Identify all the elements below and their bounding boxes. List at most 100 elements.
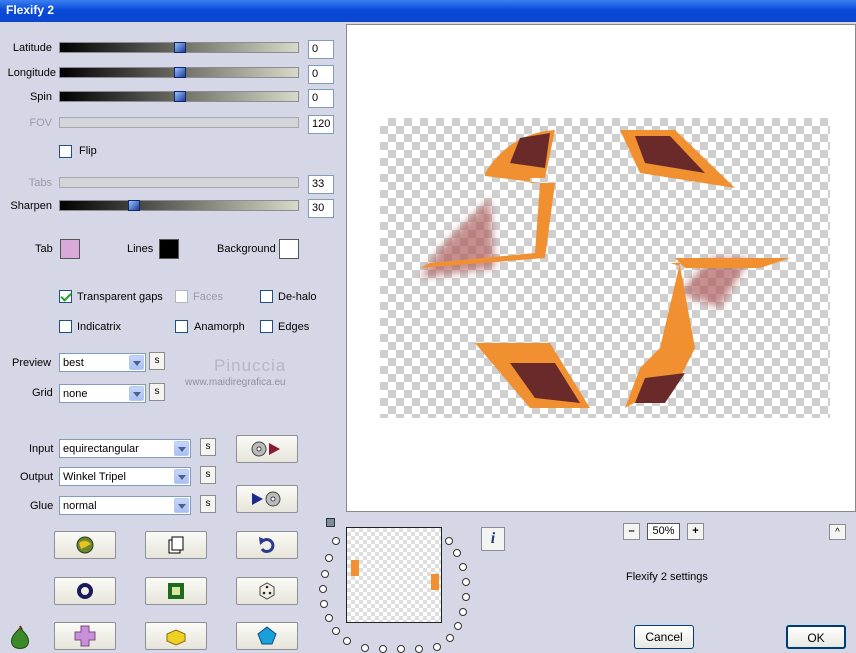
longitude-slider-thumb[interactable] xyxy=(174,67,186,78)
globe-icon xyxy=(76,536,94,554)
undo-button[interactable] xyxy=(236,531,298,559)
brick-button[interactable] xyxy=(145,622,207,650)
thumbnail-shape-right xyxy=(431,574,439,590)
ring-dot[interactable] xyxy=(319,585,327,593)
edges-checkbox[interactable] xyxy=(260,320,273,333)
ring-dot[interactable] xyxy=(462,593,470,601)
faces-checkbox xyxy=(175,290,188,303)
grid-select[interactable]: none xyxy=(59,384,146,403)
preview-s-button[interactable]: s xyxy=(149,352,165,370)
frame-button[interactable] xyxy=(145,577,207,605)
lines-color-swatch[interactable] xyxy=(159,239,179,259)
ring-dot[interactable] xyxy=(445,537,453,545)
latitude-slider-thumb[interactable] xyxy=(174,42,186,53)
latitude-slider[interactable] xyxy=(59,42,299,53)
undo-icon xyxy=(259,537,275,554)
navigator-handle[interactable] xyxy=(326,518,335,527)
ring-dot[interactable] xyxy=(332,627,340,635)
grid-s-button[interactable]: s xyxy=(149,383,165,401)
preview-label: Preview xyxy=(12,357,52,369)
preview-select[interactable]: best xyxy=(59,353,146,372)
watermark-name: Pinuccia xyxy=(214,356,287,375)
sharpen-slider[interactable] xyxy=(59,200,299,211)
ring-dot[interactable] xyxy=(453,549,461,557)
cancel-button[interactable]: Cancel xyxy=(634,625,694,649)
glue-label: Glue xyxy=(30,500,54,512)
ring-dot[interactable] xyxy=(325,554,333,562)
spin-value[interactable]: 0 xyxy=(308,89,334,108)
collapse-button[interactable]: ^ xyxy=(829,524,846,540)
spin-label: Spin xyxy=(29,91,52,103)
fov-slider xyxy=(59,117,299,128)
output-select[interactable]: Winkel Tripel xyxy=(59,467,191,486)
flip-label: Flip xyxy=(79,145,97,157)
chevron-down-icon[interactable] xyxy=(129,386,144,401)
preview-select-value: best xyxy=(63,357,84,369)
chevron-down-icon[interactable] xyxy=(129,355,144,370)
pentagon-button[interactable] xyxy=(236,622,298,650)
background-color-label: Background xyxy=(217,243,276,255)
indicatrix-checkbox[interactable] xyxy=(59,320,72,333)
ring-dot[interactable] xyxy=(320,600,328,608)
ring-dot[interactable] xyxy=(325,614,333,622)
de-halo-checkbox[interactable] xyxy=(260,290,273,303)
ring-dot[interactable] xyxy=(415,645,423,653)
ring-dot[interactable] xyxy=(459,563,467,571)
zoom-out-button[interactable]: – xyxy=(623,523,640,540)
input-s-button[interactable]: s xyxy=(200,438,216,456)
tabs-slider xyxy=(59,177,299,188)
ring-dot[interactable] xyxy=(321,570,329,578)
ring-dot[interactable] xyxy=(343,637,351,645)
ring-dot[interactable] xyxy=(332,537,340,545)
ok-button[interactable]: OK xyxy=(786,625,846,649)
ring-dot[interactable] xyxy=(379,645,387,653)
navigator-thumbnail[interactable] xyxy=(346,527,442,623)
anamorph-checkbox[interactable] xyxy=(175,320,188,333)
random-globe-button[interactable] xyxy=(54,531,116,559)
fov-value[interactable]: 120 xyxy=(308,115,334,134)
input-select[interactable]: equirectangular xyxy=(59,439,191,458)
sharpen-slider-thumb[interactable] xyxy=(128,200,140,211)
cross-button[interactable] xyxy=(54,622,116,650)
transparent-gaps-checkbox[interactable] xyxy=(59,290,72,303)
longitude-slider[interactable] xyxy=(59,67,299,78)
ring-dot[interactable] xyxy=(459,608,467,616)
tabs-label: Tabs xyxy=(28,177,52,189)
chevron-down-icon[interactable] xyxy=(174,469,189,484)
load-preset-button[interactable] xyxy=(236,435,298,463)
sharpen-value[interactable]: 30 xyxy=(308,199,334,218)
ring-dot[interactable] xyxy=(446,634,454,642)
tab-color-swatch[interactable] xyxy=(60,239,80,259)
transparency-checkerboard xyxy=(380,118,830,418)
dice-button[interactable] xyxy=(236,577,298,605)
ring-dot[interactable] xyxy=(361,644,369,652)
watermark-url: www.maidiregrafica.eu xyxy=(185,377,286,388)
ring-dot[interactable] xyxy=(397,645,405,653)
spin-slider-thumb[interactable] xyxy=(174,91,186,102)
glue-select[interactable]: normal xyxy=(59,496,191,515)
tabs-value[interactable]: 33 xyxy=(308,175,334,194)
edges-label: Edges xyxy=(278,321,310,333)
ring-button[interactable] xyxy=(54,577,116,605)
ring-dot[interactable] xyxy=(462,578,470,586)
flip-checkbox[interactable] xyxy=(59,145,72,158)
output-s-button[interactable]: s xyxy=(200,466,216,484)
brick-icon xyxy=(166,629,186,646)
ring-dot[interactable] xyxy=(454,622,462,630)
preview-canvas[interactable] xyxy=(346,24,856,512)
spin-slider[interactable] xyxy=(59,91,299,102)
glue-s-button[interactable]: s xyxy=(200,495,216,513)
chevron-down-icon[interactable] xyxy=(174,498,189,513)
copy-button[interactable] xyxy=(145,531,207,559)
zoom-in-button[interactable]: + xyxy=(687,523,704,540)
ring-dot[interactable] xyxy=(433,643,441,651)
save-preset-button[interactable] xyxy=(236,485,298,513)
faces-label: Faces xyxy=(193,291,223,303)
background-color-swatch[interactable] xyxy=(279,239,299,259)
latitude-value[interactable]: 0 xyxy=(308,40,334,59)
anamorph-label: Anamorph xyxy=(194,321,245,333)
chevron-down-icon[interactable] xyxy=(174,441,189,456)
zoom-level: 50% xyxy=(647,523,680,540)
longitude-value[interactable]: 0 xyxy=(308,65,334,84)
info-button[interactable]: i xyxy=(481,527,505,551)
